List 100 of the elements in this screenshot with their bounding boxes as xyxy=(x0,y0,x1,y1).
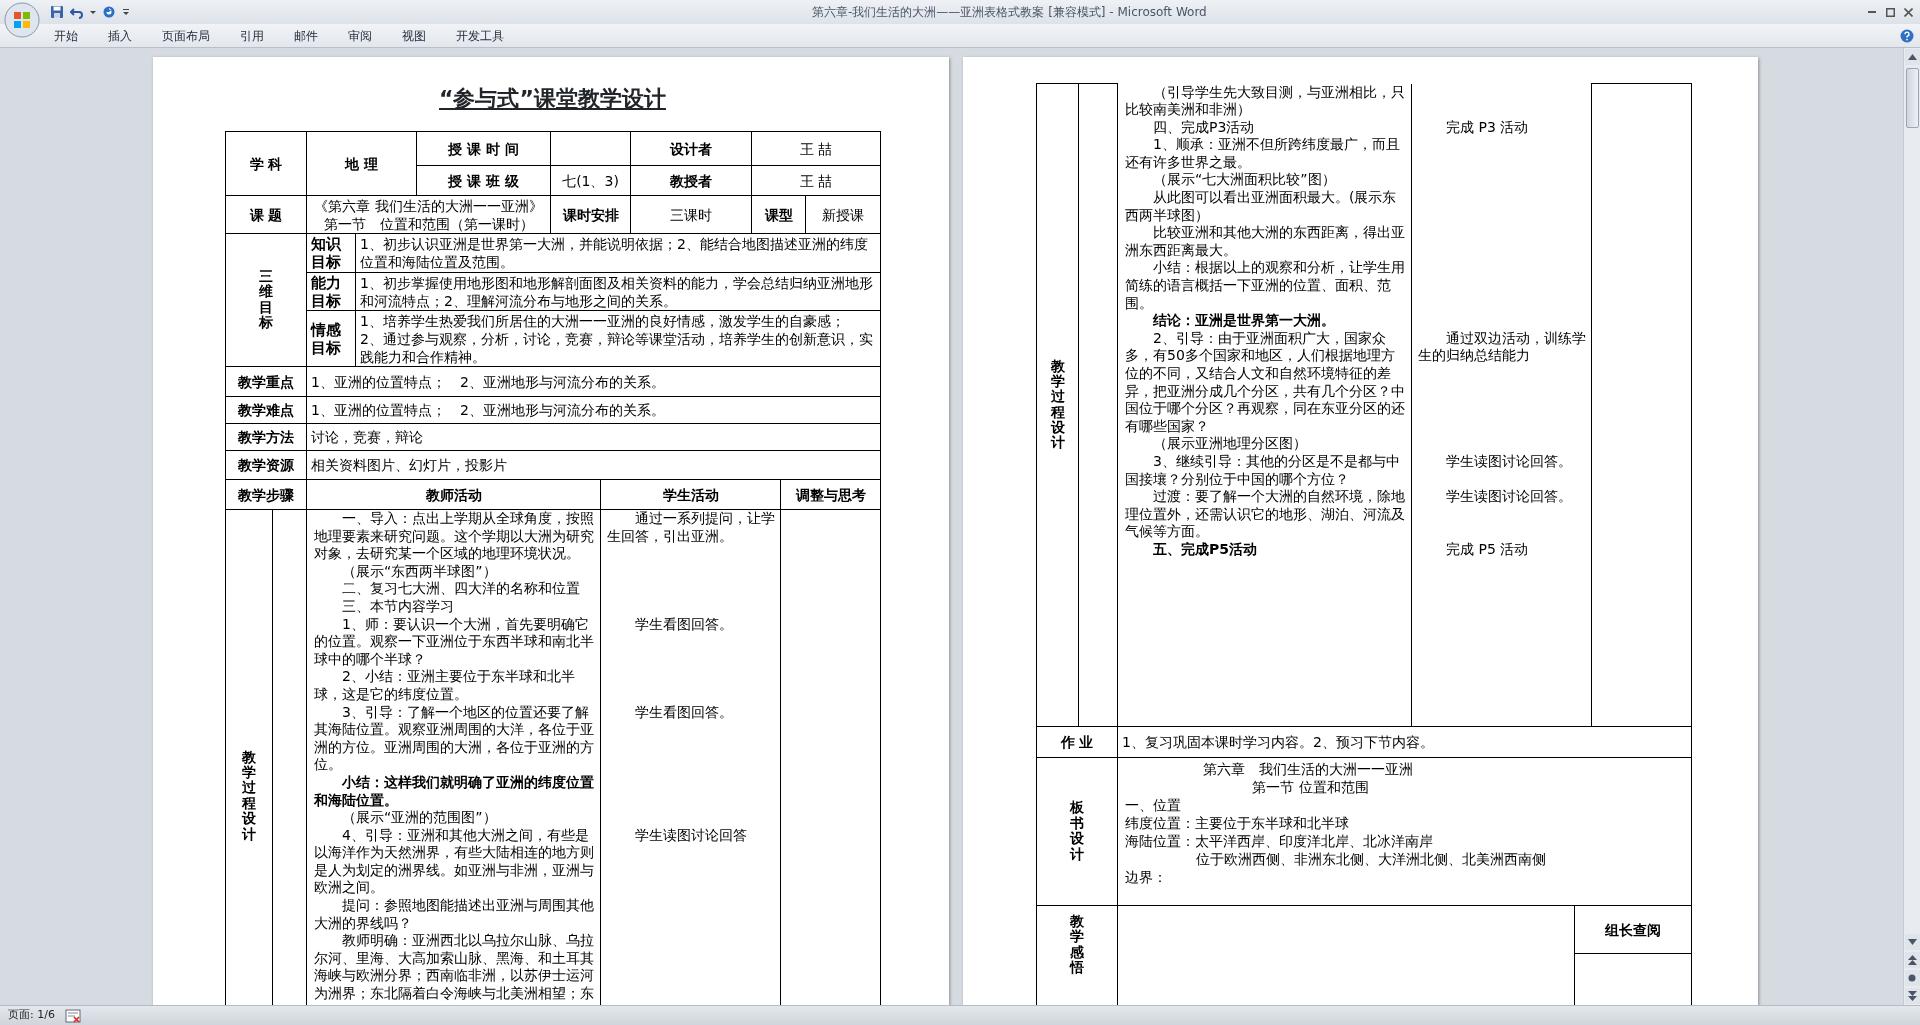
teacher-activity-text: 1、师：要认识一个大洲，首先要明确它的位置。观察一下亚洲位于东西半球和南北半球中的哪个半球？ xyxy=(306,615,601,669)
close-icon xyxy=(1903,7,1913,17)
arrow-up-icon xyxy=(1907,54,1917,60)
goal-text: 1、培养学生热爱我们所居住的大洲一一亚洲的良好情感，激发学生的自豪感； xyxy=(360,311,846,330)
teacher-activity-text: 4、引导：亚洲和其他大洲之间，有些是以海洋作为天然洲界，有些大陆相连的地方则是人为划定的洲界线。如亚洲与非洲，亚洲与欧洲之间。 xyxy=(306,826,601,898)
teacher-activity-text: 3、引导：了解一个地区的位置还要了解其海陆位置。观察亚洲周围的大洋，各位于亚洲的方位。亚洲周围的大洲，各位于亚洲的方位。 xyxy=(306,703,601,774)
field-value: 1、亚洲的位置特点； 2、亚洲地形与河流分布的关系。 xyxy=(306,366,881,397)
teacher-activity-text: 二、复习七大洲、四大洋的名称和位置 xyxy=(306,580,601,598)
field-label: 设计者 xyxy=(630,131,752,166)
teacher-activity-text: 四、完成P3活动 xyxy=(1117,118,1412,137)
section-label: 教学过程设计 xyxy=(242,749,256,842)
section-label: 教学感悟 xyxy=(1070,914,1084,976)
student-activity-text: 通过一系列提问，让学生回答，引出亚洲。 xyxy=(600,509,781,563)
section-label: 三维目标 xyxy=(259,268,273,331)
maximize-icon xyxy=(1885,7,1895,17)
student-activity-text: 学生读图讨论回答 xyxy=(600,826,781,898)
scroll-down-button[interactable] xyxy=(1904,934,1920,950)
redo-icon[interactable] xyxy=(102,5,116,19)
teacher-activity-text: 3、继续引导：其他的分区是不是都与中国接壤？分别位于中国的哪个方位？ xyxy=(1117,452,1412,489)
field-label: 学 科 xyxy=(225,131,307,196)
field-label: 教学资源 xyxy=(225,450,307,480)
board-text: 边界： xyxy=(1125,868,1168,887)
goal-text: 1、初步掌握使用地形图和地形解剖面图及相关资料的能力，学会总结归纳亚洲地形和河流特点；2、理解河流分布与地形之间的关系。 xyxy=(360,273,874,310)
teacher-activity-text: 从此图可以看出亚洲面积最大。(展示东西两半球图） xyxy=(1117,189,1412,225)
field-value: 七(1、3) xyxy=(550,165,631,196)
previous-page-button[interactable] xyxy=(1904,952,1920,968)
field-label: 组长查阅 xyxy=(1574,905,1692,954)
ribbon-tab[interactable]: 审阅 xyxy=(342,25,378,46)
student-activity-text: 学生读图讨论回答。 xyxy=(1411,452,1592,489)
double-arrow-down-icon xyxy=(1907,991,1917,1001)
goal-text: 2、通过参与观察，分析，讨论，竞赛，辩论等课堂活动，培养学生的创新意识，实践能力和合作精神。 xyxy=(360,329,874,366)
proofing-icon[interactable] xyxy=(64,1008,81,1023)
field-value: 第一节 位置和范围（第一课时） xyxy=(322,214,535,233)
teacher-activity-text: 五、完成P5活动 xyxy=(1117,540,1412,559)
double-arrow-up-icon xyxy=(1907,955,1917,965)
page-count[interactable]: 页面: 1/6 xyxy=(8,1007,55,1024)
teacher-activity-text: 过渡：要了解一个大洲的自然环境，除地理位置外，还需认识它的地形、湖泊、河流及气候等方面。 xyxy=(1117,488,1412,541)
teacher-activity-text: 小结：这样我们就明确了亚洲的纬度位置和海陆位置。 xyxy=(306,773,601,810)
scroll-up-button[interactable] xyxy=(1904,49,1920,65)
teacher-activity-text: 一、导入：点出上学期从全球角度，按照地理要素来研究问题。这个学期以大洲为研究对象，去研究某一个区域的地理环境状况。 xyxy=(306,509,601,563)
field-value: 1、亚洲的位置特点； 2、亚洲地形与河流分布的关系。 xyxy=(306,396,881,424)
field-value: 王 喆 xyxy=(751,131,881,166)
help-icon[interactable] xyxy=(1900,28,1914,43)
ribbon-tab[interactable]: 邮件 xyxy=(288,25,324,46)
next-page-button[interactable] xyxy=(1904,988,1920,1004)
section-label: 教学过程设计 xyxy=(1050,358,1065,451)
undo-icon[interactable] xyxy=(70,5,84,19)
teacher-activity-text: 结论：亚洲是世界第一大洲。 xyxy=(1117,312,1412,330)
teacher-activity-text: 提问：参照地图能描述出亚洲与周围其他大洲的界线吗？ xyxy=(306,897,601,933)
teacher-activity-text: 1、顺承：亚洲不但所跨纬度最广，而且还有许多世界之最。 xyxy=(1117,136,1412,172)
teacher-activity-text: （引导学生先大致目测，与亚洲相比，只比较南美洲和非洲） xyxy=(1117,83,1412,119)
teacher-activity-text: （展示亚洲地理分区图） xyxy=(1117,435,1412,453)
student-activity-text: 完成 P5 活动 xyxy=(1411,540,1592,559)
goal-label: 知识目标 xyxy=(306,233,356,273)
board-text: 一、位置 xyxy=(1125,796,1182,815)
save-icon[interactable] xyxy=(50,5,64,19)
column-header: 教学步骤 xyxy=(225,479,307,510)
ribbon-tab[interactable]: 引用 xyxy=(234,25,270,46)
board-text: 第六章 我们生活的大洲一一亚洲 xyxy=(1202,760,1415,779)
teacher-activity-text: 三、本节内容学习 xyxy=(306,597,601,616)
student-activity-text: 学生读图讨论回答。 xyxy=(1411,488,1592,541)
ribbon-tab[interactable]: 视图 xyxy=(396,25,432,46)
teacher-activity-text: 小结：根据以上的观察和分析，让学生用简练的语言概括一下亚洲的位置、面积、范围。 xyxy=(1117,259,1412,313)
teacher-activity-text: （展示“七大洲面积比较”图） xyxy=(1117,171,1412,190)
column-header: 教师活动 xyxy=(306,479,601,510)
field-value: 1、复习巩固本课时学习内容。2、预习下节内容。 xyxy=(1117,726,1692,758)
document-title: “参与式”课堂教学设计 xyxy=(439,86,666,111)
minimize-icon xyxy=(1868,11,1876,13)
board-text: 位于欧洲西侧、非洲东北侧、大洋洲北侧、北美洲西南侧 xyxy=(1195,850,1548,869)
scrollbar-thumb[interactable] xyxy=(1905,68,1919,128)
field-label: 教学难点 xyxy=(225,396,307,424)
teacher-activity-text: 2、引导：由于亚洲面积广大，国家众多，有50多个国家和地区，人们根据地理方位的不同，又结合人文和自然环境特征的差异，把亚洲分成几个分区，共有几个分区？中国位于哪个分区？再观察，同在东亚分区的还有哪些国家？ xyxy=(1117,329,1412,436)
field-value: 讨论，竞赛，辩论 xyxy=(306,423,881,451)
ribbon-tab[interactable]: 开始 xyxy=(48,25,84,46)
field-value: 《第六章 我们生活的大洲一一亚洲》 xyxy=(313,196,544,215)
window-title: 第六章-我们生活的大洲——亚洲表格式教案 [兼容模式] - Microsoft Word xyxy=(811,4,1208,21)
field-label: 教学方法 xyxy=(225,423,307,451)
column-header: 学生活动 xyxy=(600,479,781,510)
ribbon-tab[interactable]: 插入 xyxy=(102,25,138,46)
ribbon-tab[interactable]: 开发工具 xyxy=(450,25,510,46)
field-label: 授 课 班 级 xyxy=(416,165,551,196)
teacher-activity-text: 2、小结：亚洲主要位于东半球和北半球，这是它的纬度位置。 xyxy=(306,668,601,704)
column-header: 调整与思考 xyxy=(780,479,881,510)
student-activity-text: 完成 P3 活动 xyxy=(1411,118,1592,137)
goal-text: 1、初步认识亚洲是世界第一大洲，并能说明依据；2、能结合地图描述亚洲的纬度位置和海陆位置及范围。 xyxy=(360,235,869,271)
field-label: 教学重点 xyxy=(225,366,307,397)
student-activity-text: 通过双边活动，训练学生的归纳总结能力 xyxy=(1411,329,1592,436)
board-text: 第一节 位置和范围 xyxy=(1251,778,1370,797)
arrow-down-icon xyxy=(1907,939,1917,945)
board-text: 纬度位置：主要位于东半球和北半球 xyxy=(1125,814,1350,833)
student-activity-text: 学生看图回答。 xyxy=(600,703,781,774)
teacher-activity-text: 教师明确：亚洲西北以乌拉尔山脉、乌拉尔河、里海、大高加索山脉、黑海、和土耳其海峡与欧洲分界；西南临非洲，以苏伊士运河为洲界；东北隔着白令海峡与北美洲相望；东 xyxy=(306,932,601,1003)
teacher-activity-text: 比较亚洲和其他大洲的东西距离，得出亚洲东西距离最大。 xyxy=(1117,224,1412,260)
field-label: 作 业 xyxy=(1036,726,1118,758)
field-label: 教授者 xyxy=(630,165,752,196)
ribbon-tab[interactable]: 页面布局 xyxy=(156,25,216,46)
teacher-activity-text: （展示“东西两半球图”） xyxy=(306,562,601,581)
select-browse-object-button[interactable] xyxy=(1904,970,1920,986)
field-value: 王 喆 xyxy=(751,165,881,196)
field-label: 课 题 xyxy=(225,195,307,234)
